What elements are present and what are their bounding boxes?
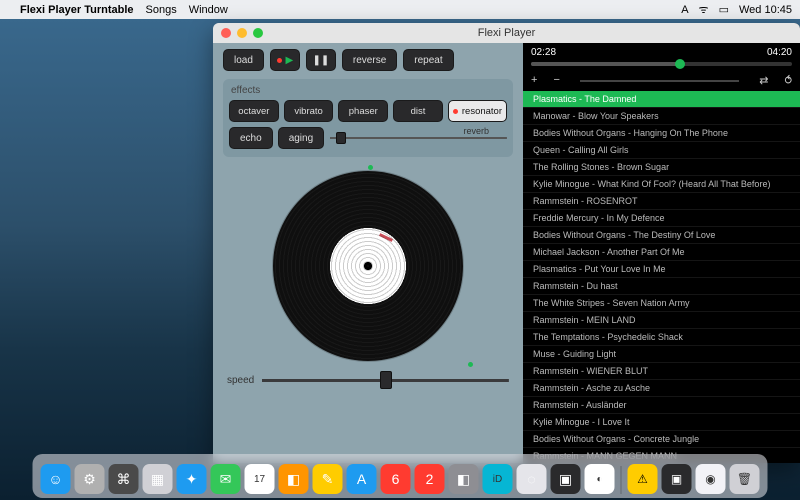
effect-phaser-button[interactable]: phaser [338,100,388,122]
menu-songs[interactable]: Songs [146,4,177,16]
turntable-pane: load ▶ ❚❚ reverse repeat effects octaver… [213,23,523,463]
reverse-button[interactable]: reverse [342,49,397,71]
effect-aging-button[interactable]: aging [278,127,324,149]
playlist-item[interactable]: The Rolling Stones - Brown Sugar [523,159,800,176]
playlist-item[interactable]: Queen - Calling All Girls [523,142,800,159]
volume-slider[interactable] [580,80,739,82]
seek-slider[interactable] [531,62,792,66]
effect-octaver-button[interactable]: octaver [229,100,279,122]
playlist-item[interactable]: Plasmatics - The Damned [523,91,800,108]
titlebar[interactable]: Flexi Player [213,23,800,43]
vinyl-record[interactable] [273,171,463,361]
playlist-item[interactable]: Muse - Guiding Light [523,346,800,363]
close-icon[interactable] [221,28,231,38]
dock[interactable]: ☺⚙⌘▦✦✉17◧✎A62◧iD◌▣◐⚠▣◉🗑 [33,454,768,498]
battery-icon[interactable]: ▭ [719,3,729,16]
repeat-button[interactable]: repeat [403,49,453,71]
remove-track-button[interactable]: − [553,74,559,87]
effects-title: effects [231,85,505,96]
effect-dist-button[interactable]: dist [393,100,443,122]
dock-app-app16[interactable]: ▣ [551,464,581,494]
clock[interactable]: Wed 10:45 [739,4,792,16]
playlist-item[interactable]: Rammstein - Asche zu Asche [523,380,800,397]
playlist-pane: 02:28 04:20 + − ⇄ ⥀ Plasmatics - The Dam… [523,23,800,463]
playlist-item[interactable]: Bodies Without Organs - Hanging On The P… [523,125,800,142]
dock-app-launchpad[interactable]: ▦ [143,464,173,494]
speed-slider[interactable] [262,371,509,389]
dock-app-app-r2[interactable]: ▣ [662,464,692,494]
dock-separator [621,466,622,494]
pause-button[interactable]: ❚❚ [306,49,336,71]
zoom-icon[interactable] [253,28,263,38]
player-window: Flexi Player load ▶ ❚❚ reverse repeat ef… [213,23,800,463]
playlist-item[interactable]: Michael Jackson - Another Part Of Me [523,244,800,261]
dock-app-app14[interactable]: iD [483,464,513,494]
playlist-item[interactable]: Freddie Mercury - In My Defence [523,210,800,227]
dock-app-app11[interactable]: 6 [381,464,411,494]
dock-app-warn[interactable]: ⚠ [628,464,658,494]
menubar: Flexi Player Turntable Songs Window A ᯤ … [0,0,800,19]
status-a-icon[interactable]: A [681,4,688,16]
marker-dot-icon [468,362,473,367]
dock-app-app15[interactable]: ◌ [517,464,547,494]
minimize-icon[interactable] [237,28,247,38]
dock-app-messages[interactable]: ✉ [211,464,241,494]
dock-app-app9[interactable]: ✎ [313,464,343,494]
dock-app-app17[interactable]: ◐ [585,464,615,494]
playlist[interactable]: Plasmatics - The DamnedManowar - Blow Yo… [523,91,800,463]
effect-resonator-button[interactable]: resonator [448,100,507,122]
speed-label: speed [227,375,254,386]
dock-app-finder[interactable]: ☺ [41,464,71,494]
playlist-item[interactable]: Bodies Without Organs - The Destiny Of L… [523,227,800,244]
playlist-item[interactable]: The Temptations - Psychedelic Shack [523,329,800,346]
app-menu[interactable]: Flexi Player Turntable [20,4,134,16]
play-button[interactable]: ▶ [270,49,300,71]
dock-app-trash[interactable]: 🗑 [730,464,760,494]
dock-app-turntable[interactable]: ◉ [696,464,726,494]
playlist-item[interactable]: Rammstein - Ausländer [523,397,800,414]
load-button[interactable]: load [223,49,264,71]
reverb-label: reverb [463,126,489,136]
playlist-item[interactable]: Kylie Minogue - What Kind Of Fool? (Hear… [523,176,800,193]
playlist-item[interactable]: Rammstein - ROSENROT [523,193,800,210]
dock-app-safari[interactable]: ✦ [177,464,207,494]
playlist-item[interactable]: Manowar - Blow Your Speakers [523,108,800,125]
dock-app-app12[interactable]: 2 [415,464,445,494]
playlist-item[interactable]: The White Stripes - Seven Nation Army [523,295,800,312]
dock-app-app8[interactable]: ◧ [279,464,309,494]
playlist-item[interactable]: Rammstein - Du hast [523,278,800,295]
marker-dot-icon [368,165,373,170]
needle-icon [379,233,393,242]
repeat-playlist-button[interactable]: ⥀ [784,74,792,87]
dock-app-appstore[interactable]: A [347,464,377,494]
time-elapsed: 02:28 [531,47,556,58]
dock-app-app3[interactable]: ⌘ [109,464,139,494]
dock-app-app2[interactable]: ⚙ [75,464,105,494]
effects-panel: effects octavervibratophaserdistresonato… [223,79,513,157]
window-title: Flexi Player [213,27,800,39]
turntable[interactable] [223,161,513,371]
effect-vibrato-button[interactable]: vibrato [284,100,334,122]
playlist-item[interactable]: Kylie Minogue - I Love It [523,414,800,431]
shuffle-button[interactable]: ⇄ [759,74,768,87]
effect-echo-button[interactable]: echo [229,127,273,149]
wifi-icon[interactable]: ᯤ [699,2,709,17]
dock-app-calendar[interactable]: 17 [245,464,275,494]
playlist-item[interactable]: Plasmatics - Put Your Love In Me [523,261,800,278]
dock-app-app13[interactable]: ◧ [449,464,479,494]
time-total: 04:20 [767,47,792,58]
menu-window[interactable]: Window [189,4,228,16]
playlist-item[interactable]: Rammstein - MEIN LAND [523,312,800,329]
playlist-item[interactable]: Bodies Without Organs - Concrete Jungle [523,431,800,448]
playlist-item[interactable]: Rammstein - WIENER BLUT [523,363,800,380]
add-track-button[interactable]: + [531,74,537,87]
